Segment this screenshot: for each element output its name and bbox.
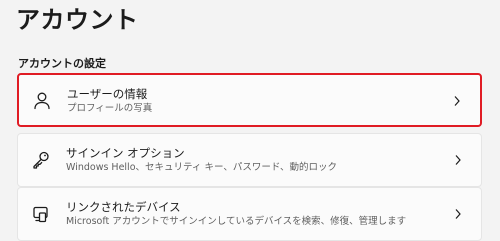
user-info-subtitle: プロフィールの写真 bbox=[67, 103, 153, 114]
page-title: アカウント bbox=[16, 6, 139, 34]
chevron-right-icon bbox=[453, 154, 463, 166]
linked-devices-item[interactable]: リンクされたデバイス Microsoft アカウントでサインインしているデバイス… bbox=[17, 187, 482, 241]
sign-in-options-item[interactable]: サインイン オプション Windows Hello、セキュリティ キー、パスワー… bbox=[17, 133, 482, 187]
person-icon bbox=[31, 90, 53, 112]
key-icon bbox=[30, 149, 52, 171]
linked-devices-subtitle: Microsoft アカウントでサインインしているデバイスを検索、修復、管理しま… bbox=[66, 216, 407, 227]
chevron-right-icon bbox=[452, 95, 462, 107]
user-info-title: ユーザーの情報 bbox=[67, 87, 148, 101]
chevron-right-icon bbox=[453, 208, 463, 220]
linked-devices-title: リンクされたデバイス bbox=[66, 200, 181, 214]
sign-in-options-subtitle: Windows Hello、セキュリティ キー、パスワード、動的ロック bbox=[66, 162, 337, 173]
user-info-item[interactable]: ユーザーの情報 プロフィールの写真 bbox=[17, 73, 482, 127]
section-title: アカウントの設定 bbox=[18, 57, 106, 70]
sign-in-options-title: サインイン オプション bbox=[66, 146, 185, 160]
devices-icon bbox=[30, 203, 52, 225]
